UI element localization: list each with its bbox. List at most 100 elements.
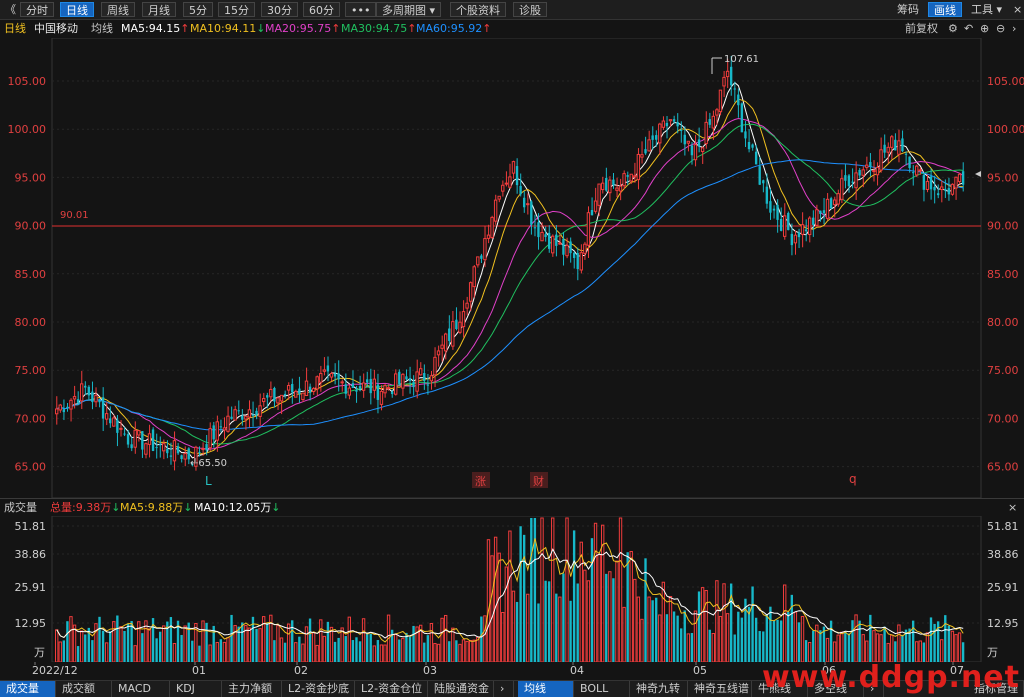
candle[interactable] (440, 344, 444, 349)
candle[interactable] (875, 166, 880, 176)
candle[interactable] (251, 414, 255, 416)
volume-bar[interactable] (298, 636, 301, 662)
candle[interactable] (322, 369, 327, 372)
diagnose-button[interactable]: 诊股 (513, 2, 547, 17)
volume-bar[interactable] (558, 596, 562, 663)
volume-chart[interactable]: 51.81 51.81 38.86 38.86 25.91 25.91 12.95 12.95… (0, 515, 1024, 663)
candle[interactable] (116, 419, 119, 433)
candle[interactable] (241, 415, 244, 420)
candle[interactable] (840, 178, 844, 200)
volume-bar[interactable] (340, 627, 344, 663)
volume-bar[interactable] (751, 586, 754, 662)
volume-bar[interactable] (258, 628, 262, 663)
volume-bar[interactable] (872, 630, 876, 663)
candle[interactable] (680, 129, 683, 131)
candle[interactable] (244, 415, 248, 420)
candle[interactable] (476, 256, 480, 266)
volume-bar[interactable] (126, 623, 130, 662)
candle[interactable] (565, 244, 569, 257)
volume-bar[interactable] (615, 560, 619, 663)
volume-bar[interactable] (590, 538, 594, 662)
scroll-right-icon[interactable]: › (494, 681, 514, 697)
candle[interactable] (419, 368, 423, 376)
candle[interactable] (562, 238, 565, 255)
candle[interactable] (286, 385, 291, 391)
candle[interactable] (911, 172, 915, 174)
chips-button[interactable]: 筹码 (892, 2, 924, 17)
volume-bar[interactable] (273, 640, 276, 662)
candle[interactable] (133, 429, 137, 448)
candle[interactable] (283, 393, 287, 396)
volume-bar[interactable] (683, 610, 686, 662)
volume-bar[interactable] (572, 530, 576, 662)
candle[interactable] (515, 166, 519, 186)
volume-bar[interactable] (401, 637, 405, 663)
candle[interactable] (697, 139, 701, 147)
volume-bar[interactable] (544, 580, 547, 662)
candle[interactable] (443, 333, 448, 352)
candle[interactable] (807, 217, 812, 236)
candle[interactable] (326, 365, 330, 372)
candle[interactable] (429, 375, 434, 382)
volume-bar[interactable] (640, 618, 644, 663)
candle[interactable] (655, 135, 658, 140)
volume-bar[interactable] (783, 584, 787, 663)
candle[interactable] (936, 193, 940, 196)
volume-bar[interactable] (583, 569, 587, 663)
tab-ma[interactable]: 均线 (518, 681, 574, 697)
candle[interactable] (412, 381, 415, 388)
volume-bar[interactable] (504, 566, 509, 663)
volume-bar[interactable] (448, 641, 451, 662)
candle[interactable] (812, 217, 815, 225)
volume-bar[interactable] (144, 620, 148, 663)
tab-timeshare[interactable]: 分时 (20, 2, 54, 17)
volume-bar[interactable] (104, 642, 109, 663)
candle[interactable] (605, 177, 608, 191)
candle[interactable] (279, 394, 284, 402)
volume-bar[interactable] (169, 617, 173, 662)
volume-bar[interactable] (162, 625, 166, 663)
volume-bar[interactable] (116, 615, 119, 662)
volume-bar[interactable] (515, 601, 519, 662)
volume-bar[interactable] (84, 634, 87, 662)
candle[interactable] (176, 446, 180, 454)
candle[interactable] (361, 382, 366, 391)
candle[interactable] (533, 227, 537, 229)
candle[interactable] (711, 115, 715, 129)
volume-bar[interactable] (894, 641, 897, 662)
volume-bar[interactable] (629, 550, 633, 663)
candle[interactable] (608, 179, 612, 194)
candle[interactable] (79, 383, 84, 402)
candle[interactable] (690, 145, 694, 156)
volume-bar[interactable] (940, 639, 944, 663)
candle[interactable] (737, 94, 740, 106)
candle[interactable] (519, 185, 522, 195)
volume-bar[interactable] (351, 640, 355, 662)
candle[interactable] (790, 233, 794, 246)
candle[interactable] (825, 198, 830, 219)
marker-limit-up[interactable]: 涨 (475, 475, 486, 488)
volume-bar[interactable] (901, 634, 904, 662)
candle[interactable] (890, 136, 894, 148)
candle[interactable] (493, 199, 498, 222)
candle[interactable] (676, 121, 679, 127)
candle[interactable] (94, 395, 98, 403)
volume-bar[interactable] (158, 631, 162, 662)
candle[interactable] (636, 153, 641, 181)
candle[interactable] (644, 149, 647, 154)
volume-bar[interactable] (690, 633, 694, 662)
volume-bar[interactable] (172, 643, 177, 663)
volume-bar[interactable] (722, 583, 726, 663)
candle[interactable] (740, 103, 744, 133)
volume-bar[interactable] (72, 624, 77, 663)
candle[interactable] (558, 242, 562, 245)
candle[interactable] (183, 453, 187, 460)
zoom-in-icon[interactable]: ⊕ (980, 20, 989, 37)
candle[interactable] (58, 404, 62, 411)
candle[interactable] (583, 243, 587, 254)
marker-L[interactable]: L (205, 474, 212, 488)
volume-bar[interactable] (423, 642, 426, 662)
collapse-left-icon[interactable]: 《 (0, 2, 21, 17)
volume-bar[interactable] (394, 634, 398, 663)
candle[interactable] (886, 146, 890, 153)
